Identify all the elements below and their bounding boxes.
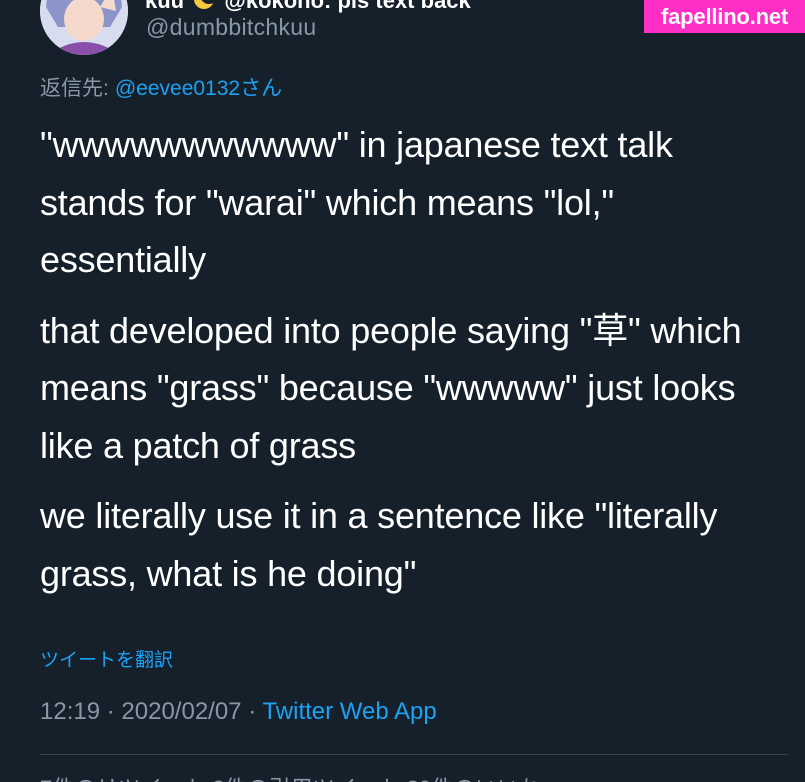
divider <box>40 754 788 755</box>
display-name-prefix: kuu <box>145 0 185 13</box>
reply-to-label: 返信先: <box>40 77 109 100</box>
tweet-date[interactable]: 2020/02/07 <box>121 698 241 725</box>
tweet-paragraph: we literally use it in a sentence like "… <box>40 495 718 594</box>
meta-separator: · <box>248 698 257 725</box>
meta-separator: · <box>106 698 115 725</box>
reply-to-line: 返信先: @eevee0132さん <box>40 72 282 102</box>
user-avatar[interactable] <box>40 0 128 55</box>
watermark-logo: fapellino.net <box>644 0 805 33</box>
tweet-paragraph: "wwwwwwwwwww" in japanese text talk stan… <box>40 124 673 280</box>
tweet-source-link[interactable]: Twitter Web App <box>262 698 436 725</box>
reply-mention-link[interactable]: @eevee0132さん <box>115 77 282 100</box>
avatar-illustration-icon <box>40 0 128 55</box>
tweet-metadata: 12:19 · 2020/02/07 · Twitter Web App <box>40 698 437 726</box>
user-handle[interactable]: @dumbbitchkuu <box>146 14 316 41</box>
tweet-paragraph: that developed into people saying "草" wh… <box>40 309 742 466</box>
display-name-suffix: @kokono: pls text back <box>224 0 471 13</box>
tweet-text: "wwwwwwwwwww" in japanese text talk stan… <box>40 116 785 602</box>
tweet-time[interactable]: 12:19 <box>40 698 100 725</box>
translate-tweet-link[interactable]: ツイートを翻訳 <box>40 645 173 672</box>
tweet-stats[interactable]: 7件のリツイート 3件の引用ツイート 89件のいいね <box>40 771 541 782</box>
